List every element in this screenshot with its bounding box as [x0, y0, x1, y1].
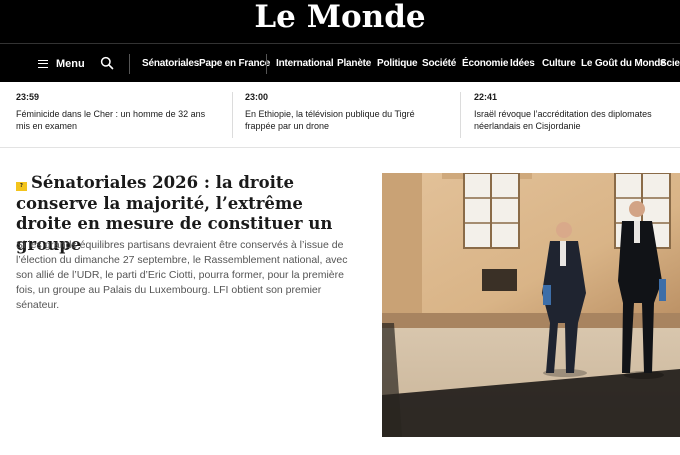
nav-item-culture[interactable]: Culture [542, 44, 576, 83]
nav-item-international[interactable]: International [276, 44, 334, 83]
ticker-divider [232, 92, 233, 138]
nav-item-idees[interactable]: Idées [510, 44, 535, 83]
menu-button[interactable]: Menu [38, 44, 85, 83]
hamburger-icon [38, 59, 48, 68]
nav-item-politique[interactable]: Politique [377, 44, 418, 83]
ticker-time: 22:41 [474, 92, 498, 102]
ticker-time: 23:59 [16, 92, 40, 102]
nav-item-societe[interactable]: Société [422, 44, 456, 83]
nav-divider [266, 54, 267, 74]
live-news-ticker: 23:59 Féminicide dans le Cher : un homme… [0, 82, 680, 148]
ticker-divider [460, 92, 461, 138]
search-icon[interactable] [100, 56, 114, 70]
nav-item-sciences[interactable]: Scien [660, 44, 680, 83]
menu-label: Menu [56, 57, 85, 70]
site-logo[interactable]: Le Monde [0, 0, 680, 39]
nav-divider [129, 54, 130, 74]
article-photo[interactable] [382, 173, 680, 437]
article-lede: Si les grands équilibres partisans devra… [16, 239, 348, 311]
ticker-item[interactable]: 23:00 En Ethiopie, la télévision publiqu… [245, 82, 450, 148]
masthead: Le Monde [0, 0, 680, 43]
ticker-headline: En Ethiopie, la télévision publique du T… [245, 109, 415, 131]
main-navigation: Menu Sénatoriales Pape en France Interna… [0, 43, 680, 82]
nav-item-planete[interactable]: Planète [337, 44, 371, 83]
nav-item-senatoriales[interactable]: Sénatoriales [142, 44, 199, 83]
nav-item-le-gout-du-monde[interactable]: Le Goût du Monde [581, 44, 666, 83]
nav-item-economie[interactable]: Économie [462, 44, 508, 83]
nav-item-pape-en-france[interactable]: Pape en France [199, 44, 270, 83]
ticker-headline: Féminicide dans le Cher : un homme de 32… [16, 109, 206, 131]
ticker-time: 23:00 [245, 92, 269, 102]
ticker-headline: Israël révoque l’accréditation des diplo… [474, 109, 652, 131]
ticker-item[interactable]: 23:59 Féminicide dans le Cher : un homme… [16, 82, 221, 148]
ticker-item[interactable]: 22:41 Israël révoque l’accréditation des… [474, 82, 680, 148]
article-tag-badge: ? [16, 182, 27, 191]
